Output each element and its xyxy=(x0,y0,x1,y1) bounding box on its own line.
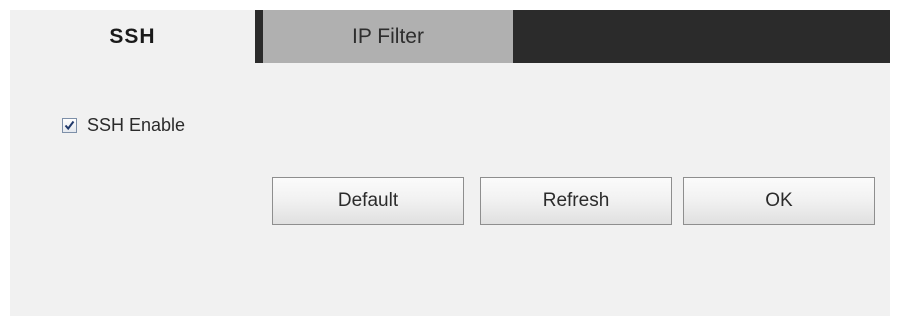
tab-ip-filter-label: IP Filter xyxy=(352,24,424,48)
checkmark-icon xyxy=(64,120,75,131)
tab-ssh-label: SSH xyxy=(109,24,156,48)
ssh-enable-checkbox[interactable] xyxy=(62,118,77,133)
tab-content: SSH Enable Default Refresh OK xyxy=(10,63,890,316)
refresh-button[interactable]: Refresh xyxy=(480,177,672,225)
tab-bar: SSH IP Filter xyxy=(10,10,890,63)
tab-divider xyxy=(255,10,263,63)
ssh-enable-label[interactable]: SSH Enable xyxy=(87,115,185,136)
tab-ip-filter[interactable]: IP Filter xyxy=(263,10,513,63)
ssh-enable-row: SSH Enable xyxy=(62,115,185,136)
ssh-settings-panel: SSH IP Filter SSH Enable Default Refresh… xyxy=(0,0,899,325)
tab-ssh[interactable]: SSH xyxy=(10,10,255,63)
ok-button[interactable]: OK xyxy=(683,177,875,225)
default-button[interactable]: Default xyxy=(272,177,464,225)
